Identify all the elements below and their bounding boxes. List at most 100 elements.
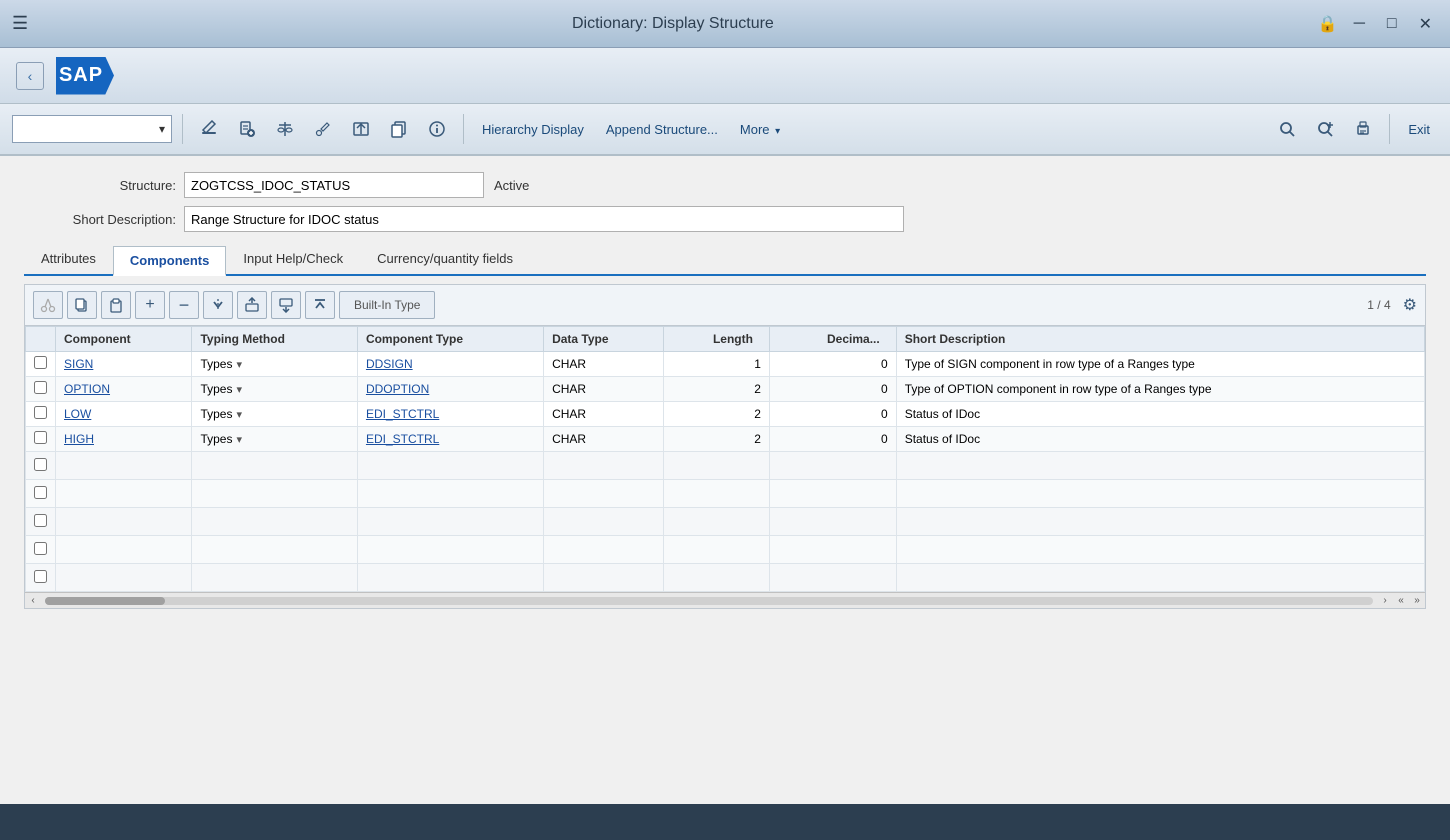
tools-icon <box>314 120 332 138</box>
component-link[interactable]: SIGN <box>64 357 93 371</box>
print-button[interactable] <box>1347 113 1379 145</box>
row-data-type: CHAR <box>544 402 664 427</box>
toolbar-dropdown[interactable]: ▾ <box>12 115 172 143</box>
row-data-type: CHAR <box>544 427 664 452</box>
maximize-button[interactable]: □ <box>1381 13 1403 35</box>
row-length: 1 <box>663 352 769 377</box>
tab-currency[interactable]: Currency/quantity fields <box>360 244 530 274</box>
close-button[interactable]: ✕ <box>1413 12 1438 36</box>
row-checkbox[interactable] <box>34 356 47 369</box>
tab-input-help[interactable]: Input Help/Check <box>226 244 360 274</box>
toolbar-btn-7[interactable] <box>421 113 453 145</box>
component-link[interactable]: LOW <box>64 407 91 421</box>
search-plus-button[interactable] <box>1309 113 1341 145</box>
hierarchy-display-button[interactable]: Hierarchy Display <box>474 118 592 141</box>
insert-before-button[interactable] <box>237 291 267 319</box>
toolbar-btn-1[interactable] <box>193 113 225 145</box>
row-short-desc: Type of SIGN component in row type of a … <box>896 352 1424 377</box>
toolbar-btn-5[interactable] <box>345 113 377 145</box>
scroll-right-button[interactable]: › <box>1377 593 1393 609</box>
empty-decimals <box>769 508 896 536</box>
back-button[interactable]: ‹ <box>16 62 44 90</box>
components-table: Component Typing Method Component Type D… <box>25 326 1425 592</box>
structure-input[interactable] <box>184 172 484 198</box>
row-decimals: 0 <box>769 427 896 452</box>
empty-table-row <box>26 564 1425 592</box>
row-checkbox[interactable] <box>34 431 47 444</box>
typing-method-dropdown[interactable]: ▾ <box>236 408 242 421</box>
component-type-link[interactable]: EDI_STCTRL <box>366 407 439 421</box>
toolbar-btn-2[interactable] <box>231 113 263 145</box>
empty-checkbox[interactable] <box>34 542 47 555</box>
main-toolbar: ▾ <box>0 104 1450 156</box>
row-checkbox[interactable] <box>34 406 47 419</box>
scroll-far-left[interactable]: « <box>1393 593 1409 609</box>
typing-method-dropdown[interactable]: ▾ <box>236 383 242 396</box>
table-row: HIGH Types ▾ EDI_STCTRL CHAR 2 0 Status … <box>26 427 1425 452</box>
toolbar-btn-3[interactable] <box>269 113 301 145</box>
short-desc-input[interactable] <box>184 206 904 232</box>
empty-decimals <box>769 536 896 564</box>
row-decimals: 0 <box>769 402 896 427</box>
delete-row-button[interactable]: − <box>169 291 199 319</box>
add-row-button[interactable]: + <box>135 291 165 319</box>
tab-attributes[interactable]: Attributes <box>24 244 113 274</box>
empty-checkbox[interactable] <box>34 486 47 499</box>
scroll-far-right[interactable]: » <box>1409 593 1425 609</box>
toolbar-btn-4[interactable] <box>307 113 339 145</box>
move-top-icon <box>312 297 328 313</box>
toolbar-btn-6[interactable] <box>383 113 415 145</box>
empty-short-desc <box>896 508 1424 536</box>
component-type-link[interactable]: DDSIGN <box>366 357 413 371</box>
move-top-button[interactable] <box>305 291 335 319</box>
copy-row-button[interactable] <box>67 291 97 319</box>
move-down-button[interactable] <box>203 291 233 319</box>
component-type-link[interactable]: EDI_STCTRL <box>366 432 439 446</box>
edit-icon <box>200 120 218 138</box>
empty-checkbox[interactable] <box>34 514 47 527</box>
built-in-type-button[interactable]: Built-In Type <box>339 291 435 319</box>
empty-typing <box>192 564 357 592</box>
table-scroll[interactable]: Component Typing Method Component Type D… <box>25 326 1425 592</box>
row-checkbox[interactable] <box>34 381 47 394</box>
insert-after-button[interactable] <box>271 291 301 319</box>
typing-method-dropdown[interactable]: ▾ <box>236 433 242 446</box>
paste-button[interactable] <box>101 291 131 319</box>
more-button[interactable]: More ▾ <box>732 118 788 141</box>
table-row: LOW Types ▾ EDI_STCTRL CHAR 2 0 Status o… <box>26 402 1425 427</box>
exit-button[interactable]: Exit <box>1400 118 1438 141</box>
empty-checkbox[interactable] <box>34 570 47 583</box>
component-link[interactable]: OPTION <box>64 382 110 396</box>
empty-length <box>663 508 769 536</box>
hamburger-icon[interactable]: ☰ <box>12 13 28 34</box>
empty-comp-type <box>357 564 543 592</box>
component-link[interactable]: HIGH <box>64 432 94 446</box>
component-type-link[interactable]: DDOPTION <box>366 382 429 396</box>
scroll-thumb <box>45 597 165 605</box>
empty-typing <box>192 536 357 564</box>
table-row: OPTION Types ▾ DDOPTION CHAR 2 0 Type of… <box>26 377 1425 402</box>
th-typing-method: Typing Method <box>192 327 357 352</box>
empty-checkbox[interactable] <box>34 458 47 471</box>
append-structure-button[interactable]: Append Structure... <box>598 118 726 141</box>
structure-row: Structure: Active <box>24 172 1426 198</box>
scroll-left-button[interactable]: ‹ <box>25 593 41 609</box>
empty-length <box>663 480 769 508</box>
search-plus-icon <box>1316 120 1334 138</box>
empty-data-type <box>544 536 664 564</box>
balance-icon <box>276 120 294 138</box>
table-settings-button[interactable]: ⚙ <box>1403 295 1417 315</box>
typing-method-dropdown[interactable]: ▾ <box>236 358 242 371</box>
empty-table-row <box>26 480 1425 508</box>
empty-table-row <box>26 536 1425 564</box>
minimize-button[interactable]: ─ <box>1348 13 1371 35</box>
info-icon <box>428 120 446 138</box>
copy-icon <box>390 120 408 138</box>
create-icon <box>238 120 256 138</box>
tab-components[interactable]: Components <box>113 246 226 276</box>
cut-button[interactable] <box>33 291 63 319</box>
horizontal-scrollbar[interactable]: ‹ › « » <box>25 592 1425 608</box>
search-button[interactable] <box>1271 113 1303 145</box>
th-component-type: Component Type <box>357 327 543 352</box>
row-decimals: 0 <box>769 377 896 402</box>
